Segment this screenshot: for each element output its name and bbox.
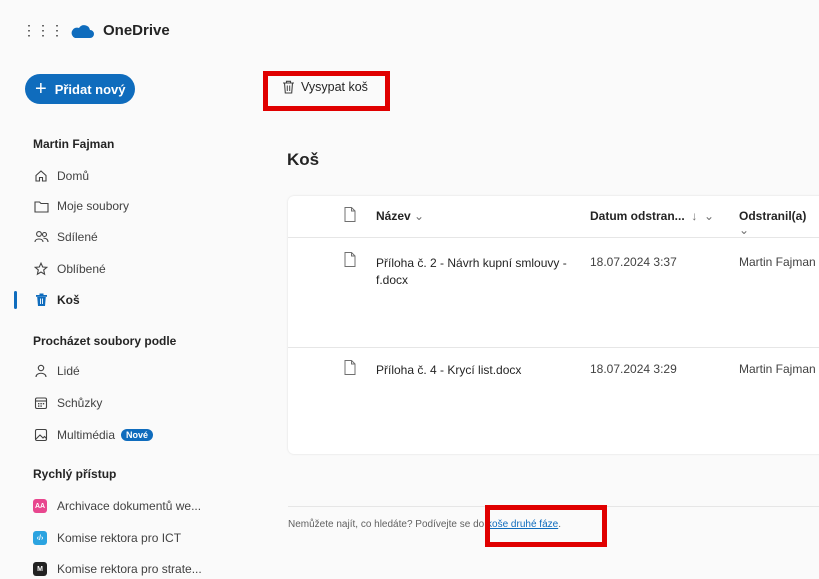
quick-access-item[interactable]: AA Archivace dokumentů we... [33,496,201,516]
date-deleted: 18.07.2024 3:29 [590,362,677,376]
person-icon [33,363,49,379]
sidebar-item-shared[interactable]: Sdílené [33,227,98,247]
new-badge: Nové [121,429,154,441]
home-icon [33,168,49,184]
add-new-label: Přidat nový [54,81,126,97]
top-bar: ⋮⋮⋮ OneDrive [0,8,819,60]
column-header-date-deleted[interactable]: Datum odstran... ↓ ⌄ [590,209,714,223]
file-name[interactable]: Příloha č. 4 - Krycí list.docx [376,362,596,379]
sidebar-item-label: Schůzky [57,396,103,410]
image-icon [33,427,49,443]
active-indicator [14,291,17,309]
sidebar-item-people[interactable]: Lidé [33,361,80,381]
site-logo-icon: M [33,562,47,576]
sidebar-item-label: Moje soubory [57,199,130,213]
sidebar-item-favorites[interactable]: Oblíbené [33,259,106,279]
plus-icon: + [35,78,47,100]
sidebar-item-label: Oblíbené [57,262,106,276]
sidebar-item-label: Koš [57,293,80,307]
folder-icon [33,198,49,214]
star-icon [33,261,49,277]
quick-access-label: Komise rektora pro ICT [57,531,182,545]
sidebar-item-recycle-bin[interactable]: Koš [33,290,80,310]
sidebar-item-label: Domů [57,169,90,183]
deleted-by: Martin Fajman [739,255,816,269]
calendar-icon [33,395,49,411]
file-name[interactable]: Příloha č. 2 - Návrh kupní smlouvy - f.d… [376,255,576,289]
highlight-box [263,71,390,111]
sidebar-item-label: Sdílené [57,230,98,244]
footer-text: Nemůžete najít, co hledáte? Podívejte se… [288,519,485,530]
people-icon [33,229,49,245]
quick-access-label: Komise rektora pro strate... [57,562,202,576]
app-title[interactable]: OneDrive [103,22,170,39]
user-name: Martin Fajman [33,137,115,151]
sidebar-item-label: Lidé [57,364,80,378]
document-icon [344,360,356,375]
page-title: Koš [287,150,320,169]
browse-heading: Procházet soubory podle [33,334,177,348]
add-new-button[interactable]: + Přidat nový [25,74,135,104]
quick-access-label: Archivace dokumentů we... [57,499,202,513]
site-logo-icon: AA [33,499,47,513]
quick-access-heading: Rychlý přístup [33,467,117,481]
row-divider [288,347,819,348]
header-divider [288,237,819,238]
trash-icon [33,292,49,308]
column-header-name[interactable]: Název ⌄ [376,209,424,223]
column-header-deleted-by[interactable]: Odstranil(a) ⌄ [739,209,819,237]
onedrive-cloud-icon [71,25,94,38]
date-deleted: 18.07.2024 3:37 [590,255,677,269]
deleted-by: Martin Fajman [739,362,816,376]
site-logo-icon: ‹/› [33,531,47,545]
sidebar-item-home[interactable]: Domů [33,166,89,186]
quick-access-item[interactable]: M Komise rektora pro strate... [33,559,202,579]
file-type-icon [344,207,356,222]
app-launcher-icon[interactable]: ⋮⋮⋮ [22,22,64,38]
quick-access-item[interactable]: ‹/› Komise rektora pro ICT [33,528,181,548]
sidebar-item-label: Multimédia [57,428,116,442]
highlight-box [485,505,607,547]
document-icon [344,252,356,267]
sidebar-item-media[interactable]: Multimédia Nové [33,425,154,445]
sidebar-item-my-files[interactable]: Moje soubory [33,196,129,216]
sidebar-item-meetings[interactable]: Schůzky [33,393,102,413]
